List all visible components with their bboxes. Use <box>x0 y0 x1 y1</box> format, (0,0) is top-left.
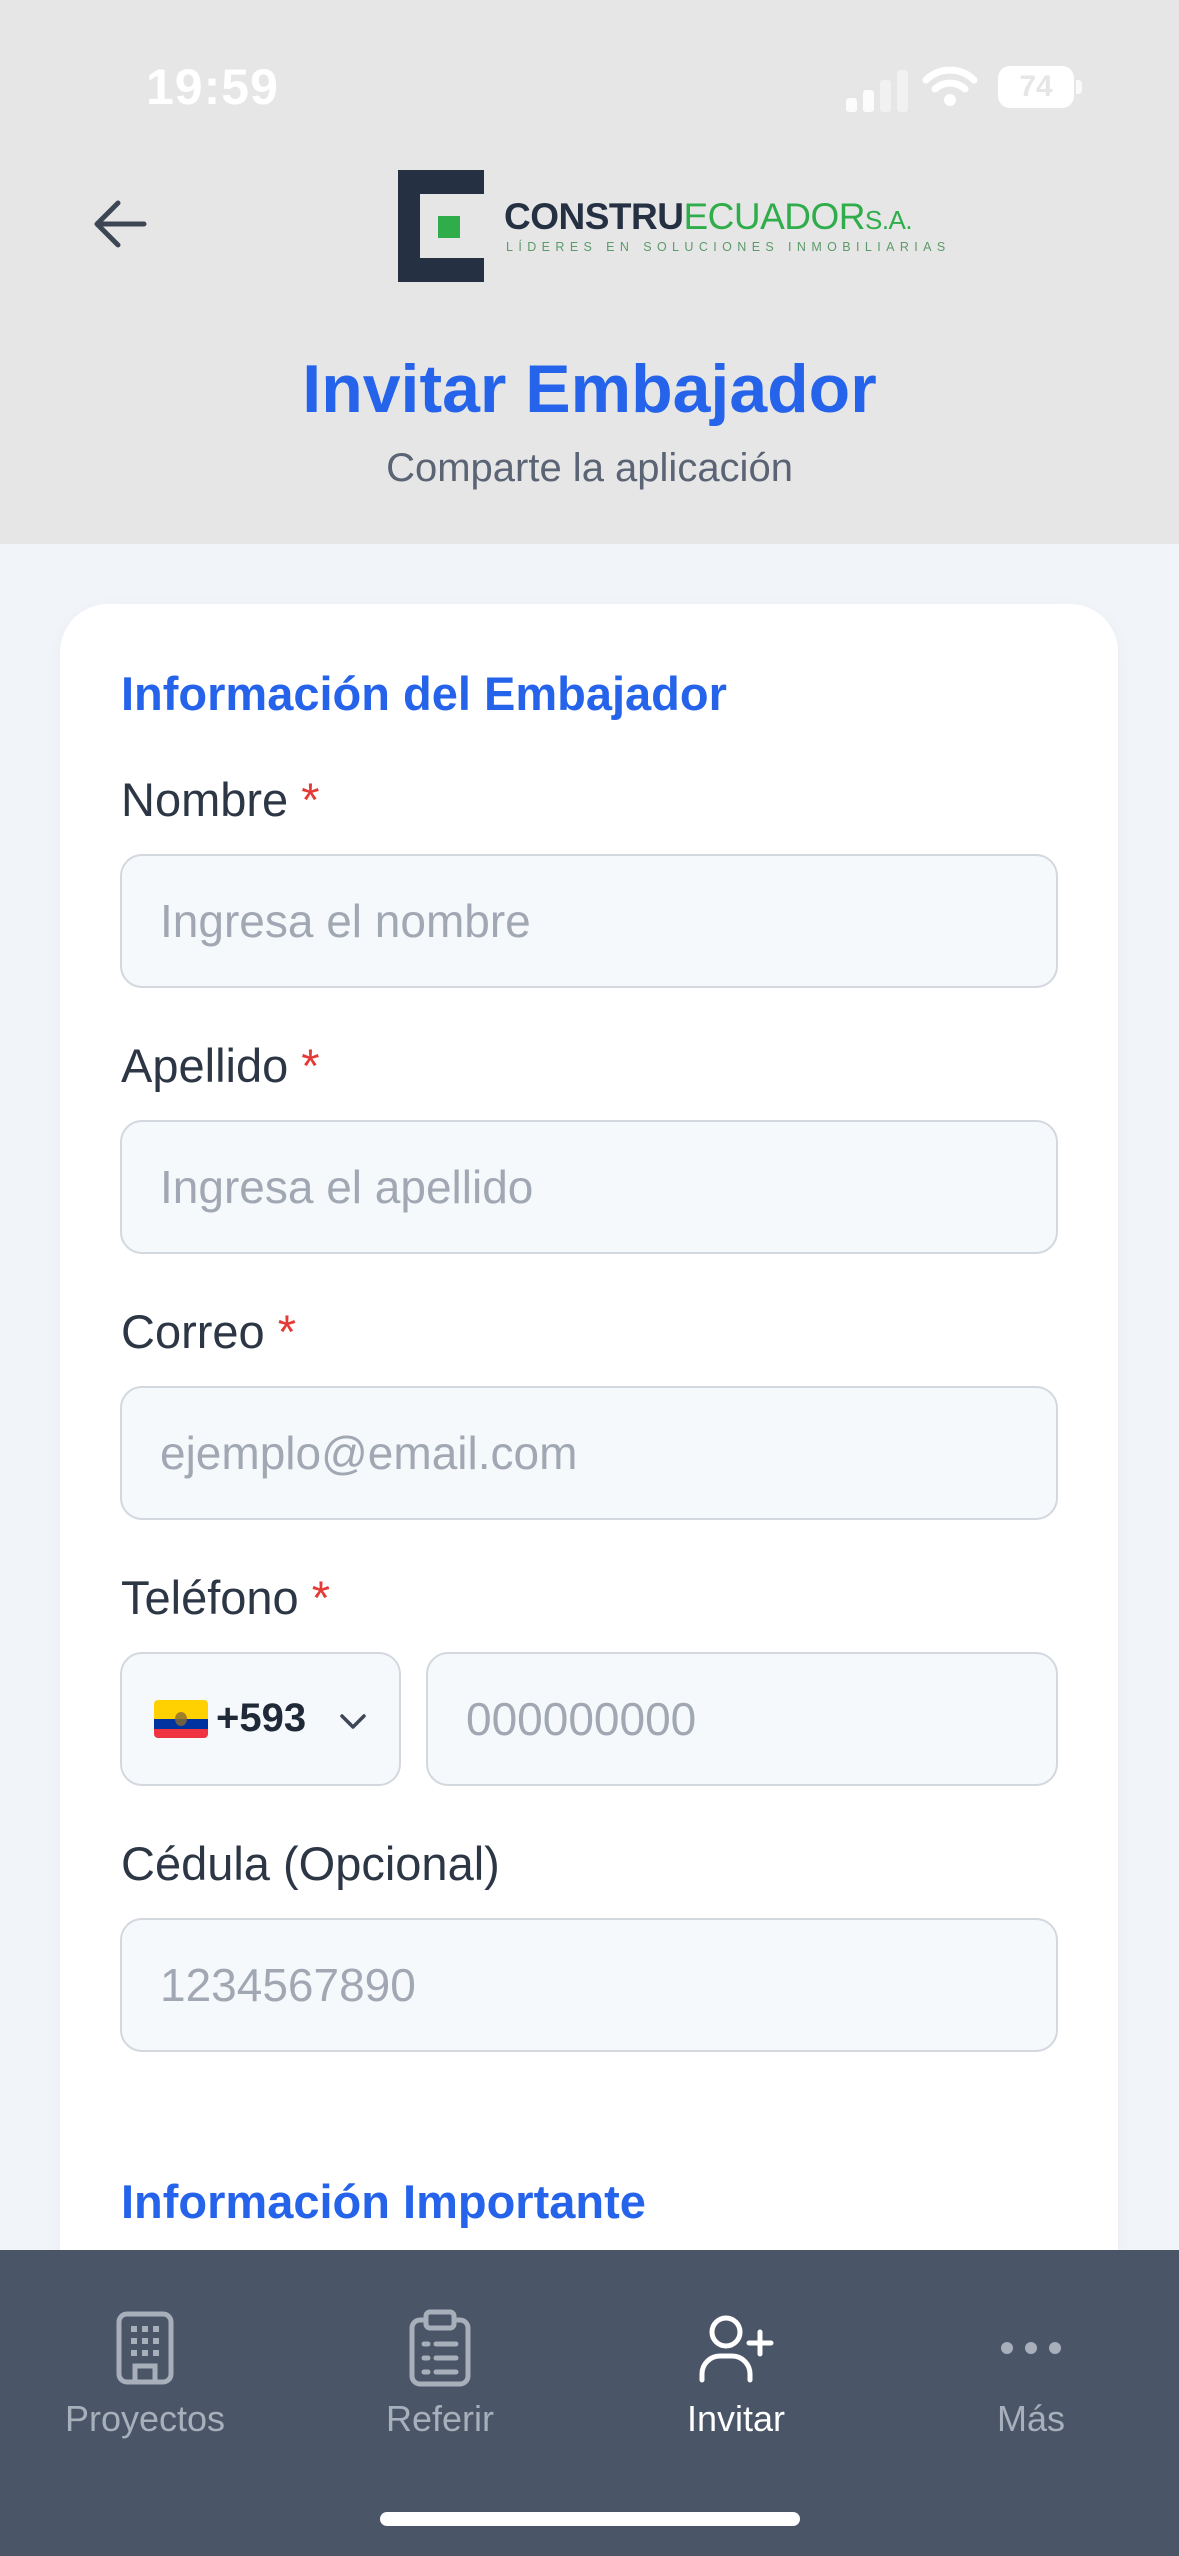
clipboard-icon <box>409 2309 471 2387</box>
company-logo: CONSTRUECUADORS.A. LÍDERES EN SOLUCIONES… <box>398 170 945 282</box>
tab-invitar[interactable]: Invitar <box>616 2250 856 2480</box>
correo-field[interactable] <box>120 1386 1058 1520</box>
page-subtitle: Comparte la aplicación <box>386 446 793 490</box>
bottom-tab-bar: Proyectos Referir Invitar Más <box>0 2250 1179 2556</box>
tab-label: Más <box>996 2398 1065 2439</box>
nombre-input[interactable] <box>122 856 1056 986</box>
tab-label: Referir <box>385 2398 495 2439</box>
phone-field[interactable] <box>426 1652 1058 1786</box>
nombre-label: Nombre * <box>121 773 320 826</box>
ambassador-form-card: Información del Embajador Nombre * Apell… <box>60 604 1118 2324</box>
chevron-down-icon <box>340 1714 366 1729</box>
tab-label: Proyectos <box>64 2398 226 2439</box>
battery-percent: 74 <box>1019 70 1053 103</box>
country-code-select[interactable]: +593 <box>120 1652 401 1786</box>
wifi-icon <box>922 66 978 106</box>
ecuador-flag-icon <box>154 1700 208 1738</box>
arrow-left-icon <box>94 200 147 248</box>
cedula-label: Cédula (Opcional) <box>121 1837 500 1890</box>
tab-referir[interactable]: Referir <box>320 2250 560 2480</box>
country-dial-code: +593 <box>216 1696 307 1740</box>
status-bar: 19:59 74 <box>0 0 1179 150</box>
home-indicator <box>380 2512 800 2526</box>
cellular-signal-icon <box>846 68 910 112</box>
cedula-field[interactable] <box>120 1918 1058 2052</box>
page-title: Invitar Embajador <box>302 351 877 427</box>
building-icon <box>116 2311 174 2385</box>
status-time: 19:59 <box>146 59 279 115</box>
more-horizontal-icon <box>1001 2342 1061 2354</box>
email-input[interactable] <box>122 1388 1056 1518</box>
apellido-field[interactable] <box>120 1120 1058 1254</box>
battery-icon: 74 <box>998 66 1082 108</box>
section-title-important-info: Información Importante <box>121 2175 646 2228</box>
logo-tagline: LÍDERES EN SOLUCIONES INMOBILIARIAS <box>506 240 951 254</box>
user-plus-icon <box>699 2315 774 2383</box>
apellido-input[interactable] <box>122 1122 1056 1252</box>
nombre-field[interactable] <box>120 854 1058 988</box>
logo-mark-icon <box>398 170 484 282</box>
correo-label: Correo * <box>121 1305 297 1358</box>
tab-label: Invitar <box>686 2398 786 2439</box>
apellido-label: Apellido * <box>121 1039 320 1092</box>
phone-input[interactable] <box>428 1654 1056 1784</box>
section-title-ambassador-info: Información del Embajador <box>121 667 727 720</box>
telefono-label: Teléfono * <box>121 1571 331 1624</box>
logo-brand: CONSTRUECUADORS.A. <box>504 196 913 237</box>
tab-mas[interactable]: Más <box>911 2250 1151 2480</box>
back-button[interactable] <box>80 188 160 260</box>
header: 19:59 74 CONSTRUECUADORS.A. LÍDERES EN S… <box>0 0 1179 544</box>
tab-proyectos[interactable]: Proyectos <box>25 2250 265 2480</box>
cedula-input[interactable] <box>122 1920 1056 2050</box>
